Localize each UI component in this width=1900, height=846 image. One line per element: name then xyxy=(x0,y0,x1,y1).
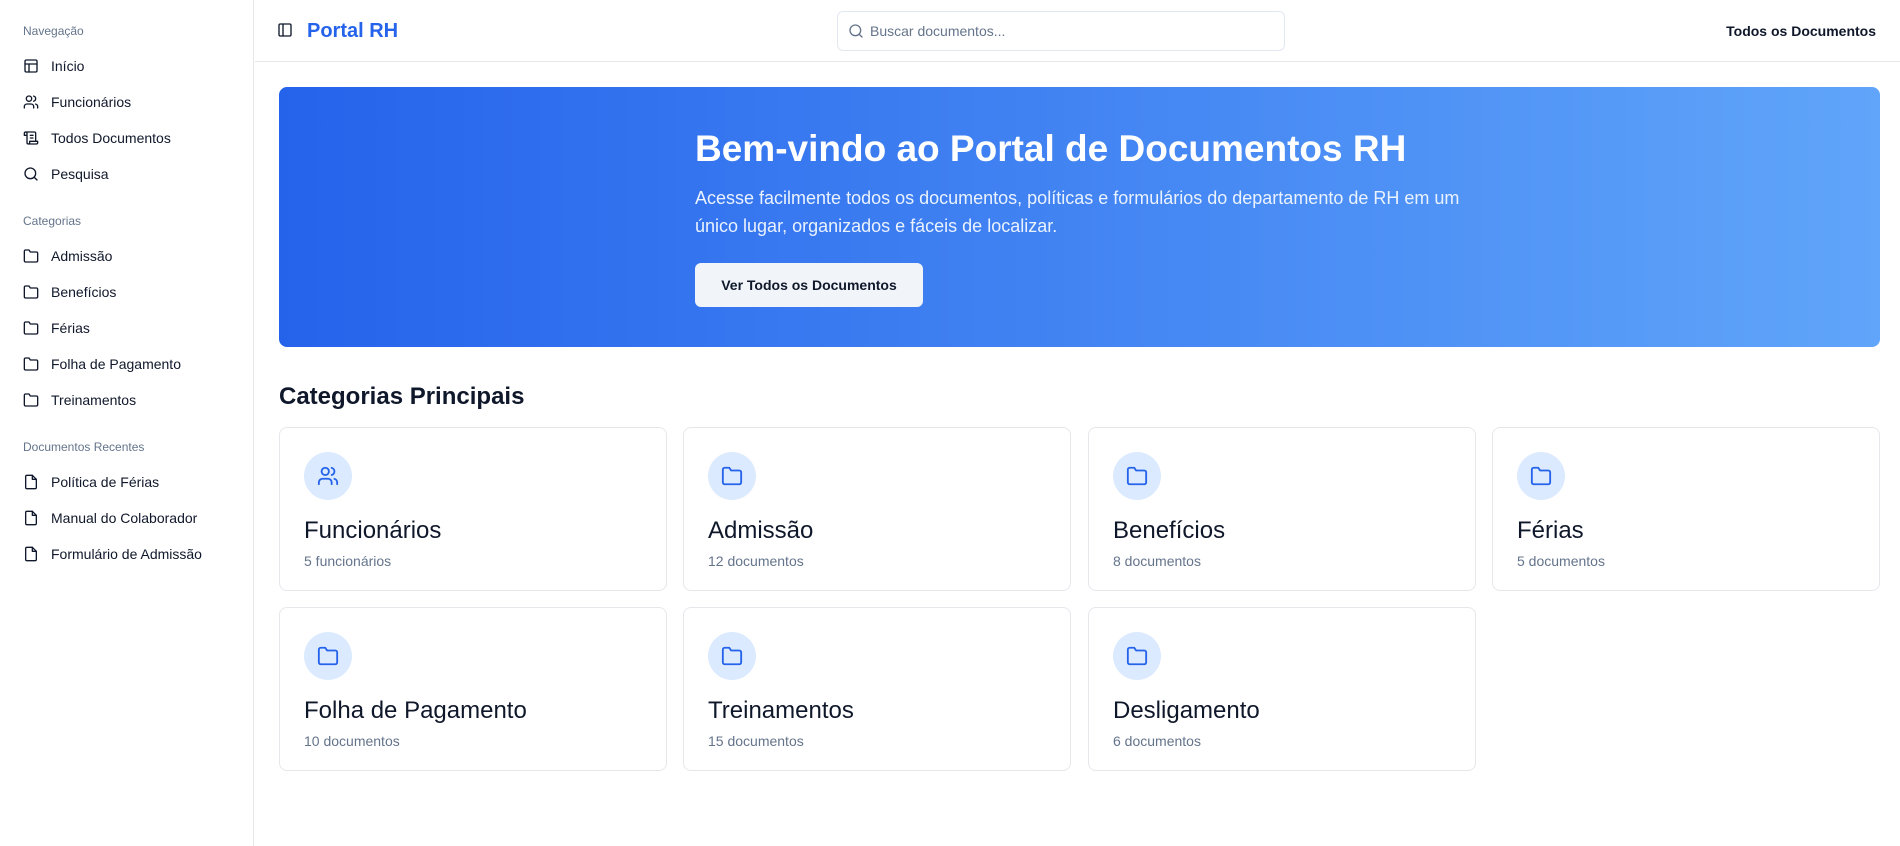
sidebar-item-admissao[interactable]: Admissão xyxy=(0,238,253,274)
card-title: Desligamento xyxy=(1113,697,1260,724)
nav-group-documentos-recentes: Documentos Recentes Política de Férias M… xyxy=(0,440,253,572)
nav-group-navegacao: Navegação Início Funcionários Todos Docu… xyxy=(0,24,253,192)
card-count: 6 documentos xyxy=(1113,733,1201,749)
category-card-admissao[interactable]: Admissão 12 documentos xyxy=(683,427,1071,591)
search-icon xyxy=(23,166,39,182)
sidebar-item-pesquisa[interactable]: Pesquisa xyxy=(0,156,253,192)
sidebar-item-treinamentos[interactable]: Treinamentos xyxy=(0,382,253,418)
sidebar-item-formulario-de-admissao[interactable]: Formulário de Admissão xyxy=(0,536,253,572)
card-title: Funcionários xyxy=(304,517,442,544)
sidebar-item-label: Treinamentos xyxy=(51,392,137,408)
sidebar: Navegação Início Funcionários Todos Docu… xyxy=(0,0,254,846)
users-icon xyxy=(23,94,39,110)
file-icon xyxy=(23,510,39,526)
sidebar-item-beneficios[interactable]: Benefícios xyxy=(0,274,253,310)
file-icon xyxy=(23,474,39,490)
folder-icon xyxy=(708,632,756,680)
sidebar-item-politica-de-ferias[interactable]: Política de Férias xyxy=(0,464,253,500)
card-count: 5 funcionários xyxy=(304,553,392,569)
folder-icon xyxy=(23,356,39,372)
folder-icon xyxy=(1517,452,1565,500)
all-documents-link[interactable]: Todos os Documentos xyxy=(1726,22,1876,40)
sidebar-toggle-icon[interactable] xyxy=(277,22,293,38)
folder-icon xyxy=(23,248,39,264)
folder-icon xyxy=(23,392,39,408)
search-input[interactable] xyxy=(870,20,1270,42)
card-title: Folha de Pagamento xyxy=(304,697,527,724)
category-card-ferias[interactable]: Férias 5 documentos xyxy=(1492,427,1880,591)
card-title: Admissão xyxy=(708,517,814,544)
group-title: Documentos Recentes xyxy=(23,440,145,454)
category-card-desligamento[interactable]: Desligamento 6 documentos xyxy=(1088,607,1476,771)
category-card-beneficios[interactable]: Benefícios 8 documentos xyxy=(1088,427,1476,591)
folder-icon xyxy=(1113,452,1161,500)
search-box[interactable] xyxy=(837,11,1285,51)
folder-icon xyxy=(708,452,756,500)
sidebar-item-label: Política de Férias xyxy=(51,474,160,490)
card-count: 8 documentos xyxy=(1113,553,1201,569)
card-count: 15 documentos xyxy=(708,733,804,749)
card-count: 12 documentos xyxy=(708,553,804,569)
sidebar-item-todos-documentos[interactable]: Todos Documentos xyxy=(0,120,253,156)
sidebar-item-label: Benefícios xyxy=(51,284,117,300)
scroll-icon xyxy=(23,130,39,146)
sidebar-item-label: Formulário de Admissão xyxy=(51,546,202,562)
sidebar-item-funcionarios[interactable]: Funcionários xyxy=(0,84,253,120)
sidebar-item-manual-do-colaborador[interactable]: Manual do Colaborador xyxy=(0,500,253,536)
nav-group-categorias: Categorias Admissão Benefícios Férias Fo… xyxy=(0,214,253,418)
folder-icon xyxy=(23,284,39,300)
group-title: Categorias xyxy=(23,214,82,228)
folder-icon xyxy=(23,320,39,336)
users-icon xyxy=(304,452,352,500)
hero-banner: Bem-vindo ao Portal de Documentos RH Ace… xyxy=(279,87,1880,347)
sidebar-item-label: Todos Documentos xyxy=(51,130,171,146)
hero-title: Bem-vindo ao Portal de Documentos RH xyxy=(695,128,1407,169)
category-card-treinamentos[interactable]: Treinamentos 15 documentos xyxy=(683,607,1071,771)
group-title: Navegação xyxy=(23,24,84,38)
category-card-folha-de-pagamento[interactable]: Folha de Pagamento 10 documentos xyxy=(279,607,667,771)
card-count: 10 documentos xyxy=(304,733,400,749)
sidebar-item-label: Folha de Pagamento xyxy=(51,356,181,372)
section-title: Categorias Principais xyxy=(279,383,525,410)
layout-icon xyxy=(23,58,39,74)
sidebar-item-ferias[interactable]: Férias xyxy=(0,310,253,346)
card-count: 5 documentos xyxy=(1517,553,1605,569)
folder-icon xyxy=(304,632,352,680)
card-title: Benefícios xyxy=(1113,517,1226,544)
sidebar-item-label: Início xyxy=(51,58,85,74)
sidebar-item-label: Admissão xyxy=(51,248,113,264)
brand-title[interactable]: Portal RH xyxy=(307,20,398,42)
sidebar-item-folha-de-pagamento[interactable]: Folha de Pagamento xyxy=(0,346,253,382)
card-title: Férias xyxy=(1517,517,1584,544)
sidebar-item-inicio[interactable]: Início xyxy=(0,48,253,84)
sidebar-item-label: Manual do Colaborador xyxy=(51,510,198,526)
file-icon xyxy=(23,546,39,562)
top-header: Portal RH Todos os Documentos xyxy=(255,0,1900,62)
hero-subtitle: Acesse facilmente todos os documentos, p… xyxy=(695,188,1460,236)
card-title: Treinamentos xyxy=(708,697,854,724)
sidebar-item-label: Pesquisa xyxy=(51,166,109,182)
folder-icon xyxy=(1113,632,1161,680)
search-icon xyxy=(848,23,864,39)
sidebar-item-label: Funcionários xyxy=(51,94,132,110)
view-all-documents-button[interactable]: Ver Todos os Documentos xyxy=(695,263,923,307)
category-card-funcionarios[interactable]: Funcionários 5 funcionários xyxy=(279,427,667,591)
sidebar-item-label: Férias xyxy=(51,320,90,336)
